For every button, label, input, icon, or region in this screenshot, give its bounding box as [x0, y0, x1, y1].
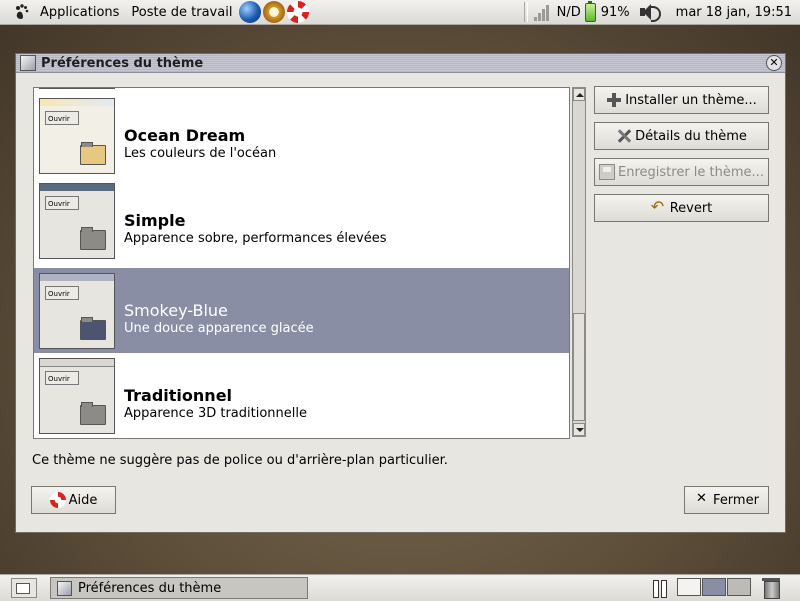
show-desktop-icon[interactable] [11, 578, 37, 598]
theme-row-traditionnel[interactable]: Ouvrir Traditionnel Apparence 3D traditi… [34, 353, 569, 438]
theme-description: Les couleurs de l'océan [124, 146, 277, 161]
theme-row-ocean-dream[interactable]: Ouvrir Ocean Dream Les couleurs de l'océ… [34, 93, 569, 178]
foot-icon [12, 3, 30, 21]
titlebar[interactable]: Préférences du thème ✕ [16, 54, 785, 73]
tools-icon [616, 128, 632, 144]
workspace-2[interactable] [702, 578, 726, 596]
floppy-icon [599, 164, 616, 180]
theme-name: Smokey-Blue [124, 301, 228, 320]
window-menu-icon[interactable] [20, 55, 36, 71]
scroll-up-arrow-icon[interactable] [573, 88, 585, 101]
workspace-3[interactable] [727, 578, 751, 596]
close-label: Fermer [713, 492, 759, 508]
theme-preferences-window: Préférences du thème ✕ Ouvrir Ocean Drea… [15, 53, 786, 533]
close-button[interactable]: Fermer [684, 486, 769, 514]
theme-thumbnail: Ouvrir [39, 273, 115, 349]
theme-details-label: Détails du thème [635, 128, 747, 144]
install-theme-button[interactable]: Installer un thème... [594, 86, 769, 114]
revert-icon [651, 197, 667, 216]
scroll-down-arrow-icon[interactable] [573, 423, 585, 436]
system-tray: N/D 91% mar 18 jan, 19:51 [523, 0, 800, 24]
task-label: Préférences du thème [78, 580, 222, 596]
thumb-open-button: Ouvrir [45, 371, 79, 385]
theme-row-smokey-blue[interactable]: Ouvrir Smokey-Blue Une douce apparence g… [34, 268, 569, 353]
plus-icon [606, 92, 622, 108]
applications-menu[interactable]: Applications [34, 0, 125, 24]
close-x-icon [694, 491, 710, 508]
battery-percent: 91% [600, 4, 630, 20]
workspace-1[interactable] [677, 578, 701, 596]
clock[interactable]: mar 18 jan, 19:51 [666, 5, 800, 20]
theme-list[interactable]: Ouvrir Ocean Dream Les couleurs de l'océ… [33, 87, 570, 439]
theme-thumbnail [39, 88, 115, 89]
thumb-open-button: Ouvrir [45, 286, 79, 300]
theme-thumbnail: Ouvrir [39, 98, 115, 174]
gnome-foot-icon[interactable] [0, 0, 34, 24]
workspace-switcher [676, 578, 751, 598]
window-title: Préférences du thème [41, 55, 204, 71]
top-panel: Applications Poste de travail N/D 91% ma… [0, 0, 800, 25]
globe-icon[interactable] [239, 1, 262, 23]
bottom-panel: Préférences du thème [0, 574, 800, 601]
task-window-icon [57, 580, 72, 596]
revert-button[interactable]: Revert [594, 194, 769, 222]
theme-thumbnail: Ouvrir [39, 358, 115, 434]
taskbar-window-button[interactable]: Préférences du thème [50, 577, 308, 599]
help-button[interactable]: Aide [31, 486, 116, 514]
revert-label: Revert [669, 200, 713, 216]
help-label: Aide [68, 492, 98, 508]
network-status: N/D [556, 4, 581, 20]
install-theme-label: Installer un thème... [625, 92, 757, 108]
close-icon[interactable]: ✕ [766, 55, 782, 71]
volume-icon[interactable] [638, 3, 661, 22]
theme-hint-text: Ce thème ne suggère pas de police ou d'a… [32, 453, 448, 468]
compass-icon[interactable] [263, 1, 286, 23]
battery-icon[interactable] [584, 0, 596, 22]
pager-handle-icon[interactable] [651, 578, 671, 598]
theme-details-button[interactable]: Détails du thème [594, 122, 769, 150]
lifebuoy-icon[interactable] [287, 1, 310, 23]
places-menu[interactable]: Poste de travail [125, 0, 238, 24]
launcher-group [238, 0, 310, 24]
save-theme-button[interactable]: Enregistrer le thème... [594, 158, 769, 186]
scrollbar-thumb[interactable] [573, 313, 585, 421]
save-theme-label: Enregistrer le thème... [618, 164, 764, 180]
theme-thumbnail: Ouvrir [39, 183, 115, 259]
tray-separator [523, 2, 528, 22]
theme-description: Apparence sobre, performances élevées [124, 231, 387, 246]
theme-description: Apparence 3D traditionnelle [124, 406, 307, 421]
help-lifebuoy-icon [49, 492, 66, 508]
theme-row-simple[interactable]: Ouvrir Simple Apparence sobre, performan… [34, 178, 569, 263]
list-scrollbar[interactable] [572, 87, 586, 437]
network-signal-icon[interactable] [533, 3, 554, 21]
theme-name: Ocean Dream [124, 126, 246, 145]
theme-description: Une douce apparence glacée [124, 321, 314, 336]
thumb-open-button: Ouvrir [45, 196, 79, 210]
theme-name: Simple [124, 211, 186, 230]
thumb-open-button: Ouvrir [45, 111, 79, 125]
theme-name: Traditionnel [124, 386, 233, 405]
trash-icon[interactable] [760, 577, 782, 599]
